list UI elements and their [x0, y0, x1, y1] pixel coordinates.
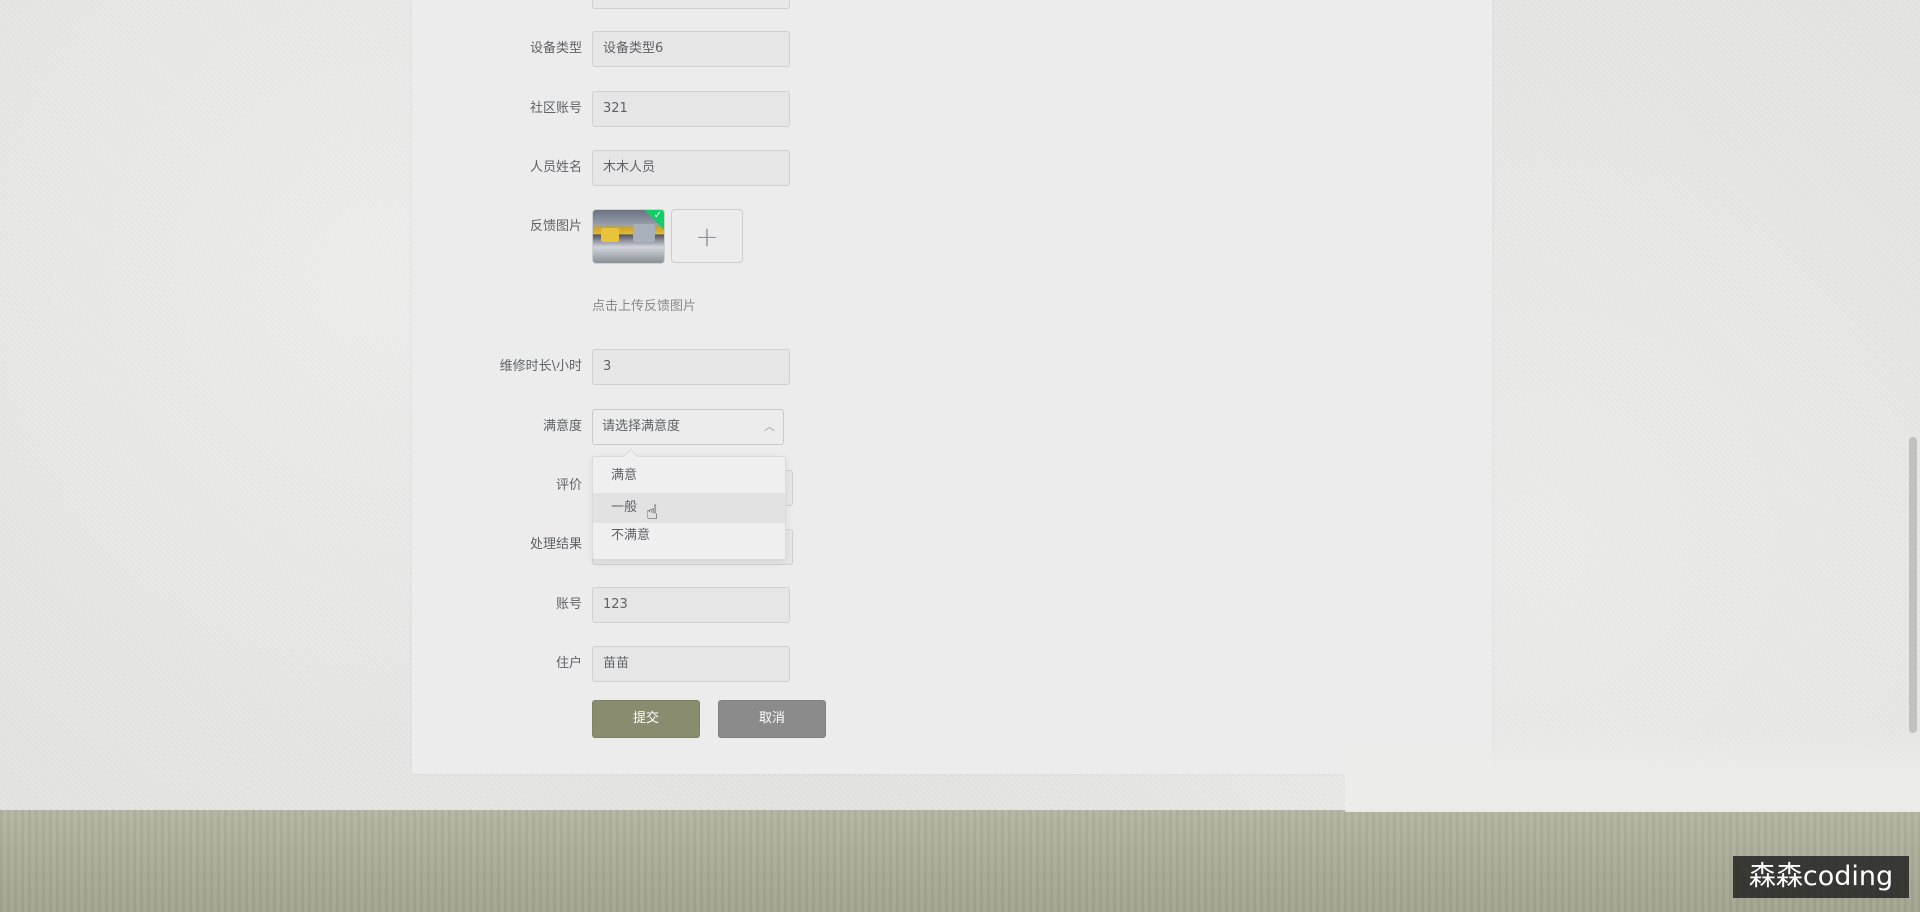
community-account-label: 社区账号: [529, 101, 582, 116]
uploaded-image-thumbnail[interactable]: ✓: [592, 209, 665, 264]
resident-input[interactable]: 苗苗: [592, 646, 790, 682]
account-label: 账号: [555, 597, 582, 612]
staff-name-input[interactable]: 木木人员: [592, 150, 790, 186]
upload-hint: 点击上传反馈图片: [592, 299, 697, 314]
dropdown-option-unsatisfied[interactable]: 不满意: [593, 521, 785, 551]
upload-add-button[interactable]: +: [671, 209, 743, 263]
scrollbar[interactable]: [1906, 0, 1920, 912]
field-row-repair-hours: 维修时长\小时 3: [412, 349, 1012, 385]
device-type-label: 设备类型: [529, 41, 582, 56]
repair-hours-input[interactable]: 3: [592, 349, 790, 385]
check-icon: ✓: [653, 210, 662, 221]
feedback-image-label: 反馈图片: [529, 219, 582, 234]
dropdown-option-satisfied[interactable]: 满意: [593, 461, 785, 491]
resident-label: 住户: [555, 656, 582, 671]
cancel-button[interactable]: 取消: [718, 700, 826, 738]
footer-band: [0, 810, 1920, 912]
satisfaction-select[interactable]: 请选择满意度 ︿: [592, 409, 784, 445]
footer-fade: [1345, 730, 1920, 812]
repair-hours-label: 维修时长\小时: [499, 359, 582, 374]
chevron-up-icon: ︿: [764, 420, 775, 433]
previous-field-stub: [592, 0, 790, 9]
field-row-account: 账号 123: [412, 587, 1012, 623]
satisfaction-label: 满意度: [542, 419, 582, 434]
plus-icon: +: [695, 219, 719, 253]
staff-name-label: 人员姓名: [529, 160, 582, 175]
satisfaction-placeholder: 请选择满意度: [602, 419, 681, 434]
field-row-satisfaction: 满意度 请选择满意度 ︿: [412, 409, 1012, 445]
field-row-community-account: 社区账号 321: [412, 91, 1012, 127]
watermark: 森森coding: [1733, 856, 1909, 898]
device-type-input[interactable]: 设备类型6: [592, 31, 790, 67]
evaluation-label: 评价: [555, 478, 582, 493]
submit-button[interactable]: 提交: [592, 700, 700, 738]
satisfaction-dropdown: 满意 一般 不满意: [592, 448, 786, 560]
field-row-resident: 住户 苗苗: [412, 646, 1012, 682]
result-label: 处理结果: [529, 537, 582, 552]
community-account-input[interactable]: 321: [592, 91, 790, 127]
field-row-staff-name: 人员姓名 木木人员: [412, 150, 1012, 186]
scrollbar-thumb[interactable]: [1909, 437, 1917, 733]
hand-pointer-icon: ☝: [646, 500, 659, 524]
dropdown-option-average[interactable]: 一般: [593, 493, 785, 523]
account-input[interactable]: 123: [592, 587, 790, 623]
field-row-device-type: 设备类型 设备类型6: [412, 31, 1012, 67]
